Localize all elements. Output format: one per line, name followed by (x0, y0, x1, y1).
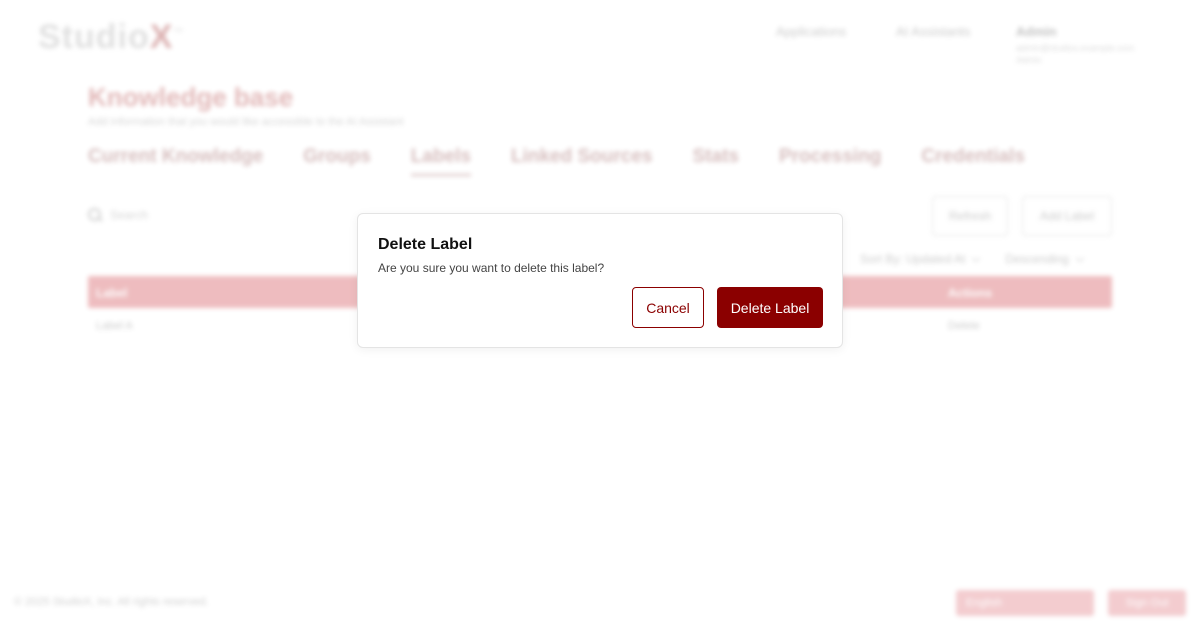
tab-stats[interactable]: Stats (693, 146, 739, 176)
tab-processing[interactable]: Processing (779, 146, 881, 176)
search-box (88, 200, 388, 230)
tab-current-knowledge[interactable]: Current Knowledge (88, 146, 263, 176)
logo-trademark: ™ (173, 27, 185, 39)
column-header-actions: Actions (948, 286, 993, 300)
confirm-delete-button[interactable]: Delete Label (717, 287, 823, 328)
sort-controls: Sort By: Updated At Descending (860, 252, 1085, 266)
chevron-down-icon (1075, 253, 1085, 263)
search-input[interactable] (110, 208, 350, 222)
dialog-title: Delete Label (378, 236, 473, 253)
sort-by-select[interactable]: Sort By: Updated At (860, 252, 981, 266)
refresh-button[interactable]: Refresh (932, 196, 1008, 236)
page-subtitle: Add information that you would like acce… (88, 116, 404, 128)
search-icon (88, 208, 102, 222)
cancel-button[interactable]: Cancel (632, 287, 704, 328)
column-header-label[interactable]: Label (96, 286, 127, 300)
tab-bar: Current Knowledge Groups Labels Linked S… (88, 146, 1025, 176)
sort-order-select[interactable]: Descending (1005, 252, 1085, 266)
top-bar: StudioX™ Applications AI Assistants Admi… (0, 0, 1200, 72)
nav-ai-assistants[interactable]: AI Assistants (896, 24, 970, 39)
nav-applications[interactable]: Applications (776, 24, 846, 39)
sign-out-button[interactable]: Sign Out (1108, 590, 1186, 616)
row-delete-link[interactable]: Delete (948, 320, 980, 332)
user-email: admin@studiox.example.com Admin (1016, 43, 1135, 65)
tab-linked-sources[interactable]: Linked Sources (511, 146, 653, 176)
logo: StudioX™ (38, 18, 184, 57)
user-name[interactable]: Admin (1016, 24, 1056, 39)
tab-groups[interactable]: Groups (303, 146, 371, 176)
sort-order-label: Descending (1005, 252, 1069, 266)
dialog-message: Are you sure you want to delete this lab… (378, 261, 605, 275)
add-label-button[interactable]: Add Label (1022, 196, 1112, 236)
logo-text: Studio (38, 18, 150, 56)
tab-labels[interactable]: Labels (410, 146, 471, 176)
language-select[interactable]: English (956, 590, 1094, 616)
row-label: Label A (96, 320, 133, 332)
tab-credentials[interactable]: Credentials (921, 146, 1024, 176)
footer-copyright: © 2025 StudioX, Inc. All rights reserved… (14, 596, 209, 608)
logo-x: X (149, 18, 174, 56)
chevron-down-icon (972, 253, 981, 263)
page-title: Knowledge base (88, 82, 294, 112)
sort-by-label: Sort By: Updated At (860, 252, 966, 266)
delete-label-dialog: Delete Label Are you sure you want to de… (357, 213, 843, 348)
